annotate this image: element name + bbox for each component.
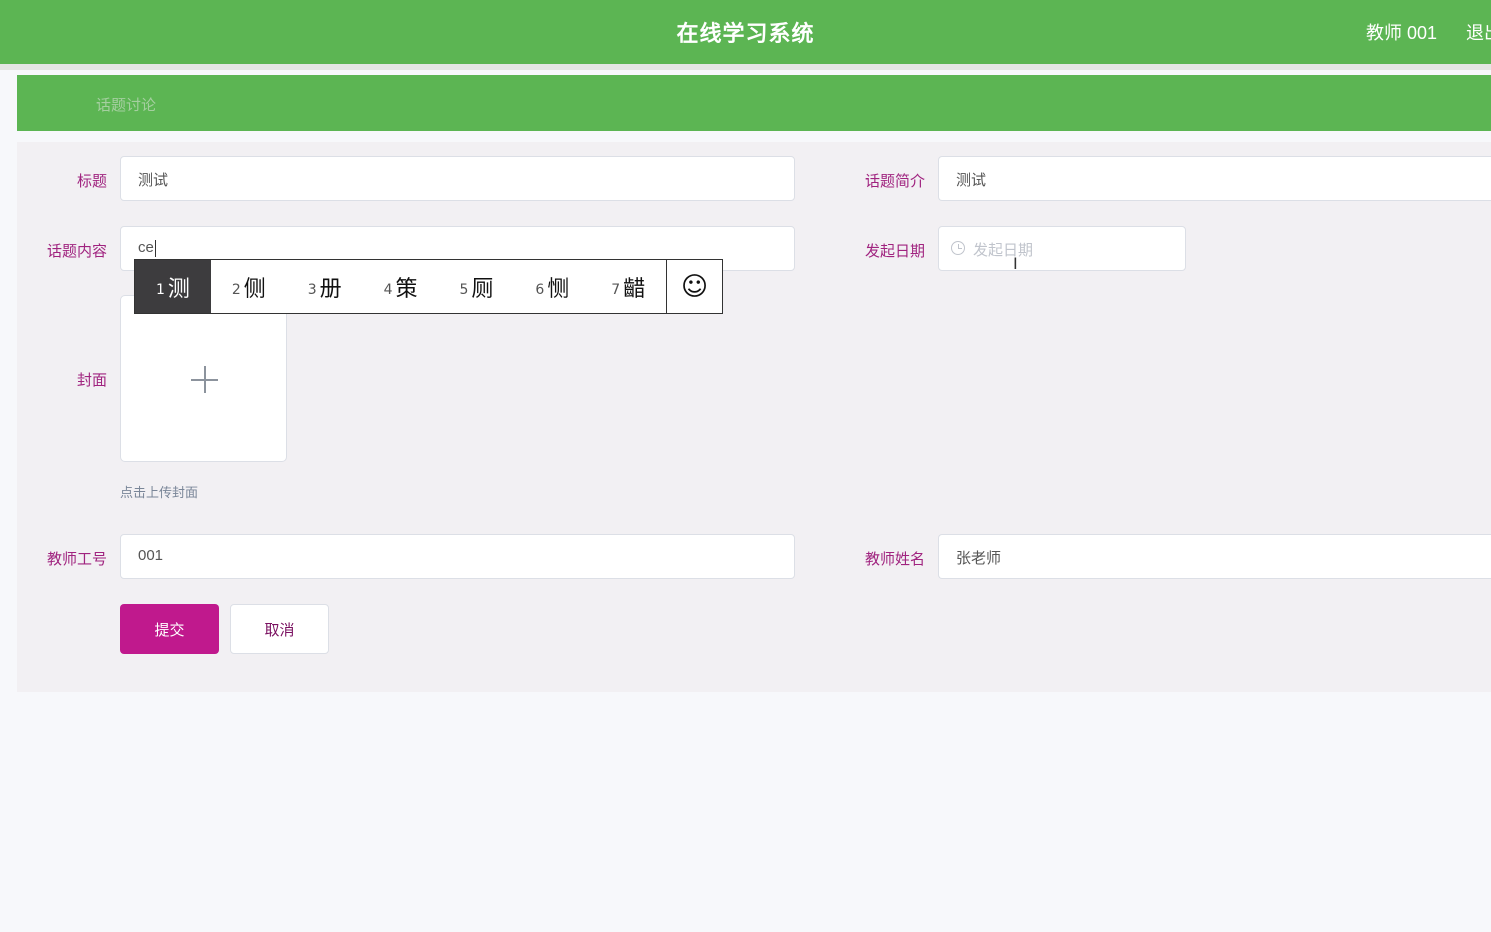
submit-button[interactable]: 提交 xyxy=(120,604,219,654)
text-caret xyxy=(154,239,156,257)
ime-candidate[interactable]: 3册 xyxy=(287,260,363,313)
content-label: 话题内容 xyxy=(46,243,107,260)
teacher-name-input[interactable]: 张老师 xyxy=(938,534,1491,579)
start-date-placeholder: 发起日期 xyxy=(973,242,1034,259)
title-label: 标题 xyxy=(76,173,107,190)
emoji-icon[interactable]: ☺ xyxy=(667,260,722,313)
teacher-id-label: 教师工号 xyxy=(46,551,107,568)
content-input-text: ce xyxy=(138,239,154,256)
plus-icon xyxy=(191,366,218,393)
clock-icon xyxy=(951,241,965,255)
breadcrumb-bar: 话题讨论 xyxy=(17,75,1491,131)
user-name[interactable]: 教师 001 xyxy=(1366,19,1437,45)
ime-candidate[interactable]: 4策 xyxy=(363,260,439,313)
upload-tip: 点击上传封面 xyxy=(120,485,199,500)
ime-candidate[interactable]: 6恻 xyxy=(514,260,590,313)
ime-candidate[interactable]: 2侧 xyxy=(211,260,287,313)
cancel-button[interactable]: 取消 xyxy=(230,604,329,654)
header-divider xyxy=(0,64,1491,70)
cover-label: 封面 xyxy=(76,372,107,389)
summary-label: 话题简介 xyxy=(864,173,925,190)
top-header: 在线学习系统 教师 001 退出 xyxy=(0,0,1491,64)
app-title: 在线学习系统 xyxy=(676,21,815,46)
start-date-picker[interactable]: 发起日期 xyxy=(938,226,1186,271)
title-input[interactable]: 测试 xyxy=(120,156,795,201)
ime-candidate[interactable]: 1测 xyxy=(135,260,211,313)
ime-candidate[interactable]: 7齰 xyxy=(590,260,666,313)
teacher-id-input[interactable]: 001 xyxy=(120,534,795,579)
teacher-name-label: 教师姓名 xyxy=(864,551,925,568)
logout-link[interactable]: 退出 xyxy=(1466,19,1491,45)
breadcrumb-current[interactable]: 话题讨论 xyxy=(96,94,156,115)
ime-candidate-bar: 1测 2侧 3册 4策 5厕 6恻 7齰 ☺ xyxy=(134,259,723,314)
start-date-label: 发起日期 xyxy=(864,243,925,260)
ibeam-cursor-icon: I xyxy=(1013,254,1018,273)
ime-candidate[interactable]: 5厕 xyxy=(439,260,515,313)
summary-input[interactable]: 测试 xyxy=(938,156,1491,201)
cover-upload[interactable] xyxy=(120,295,287,462)
